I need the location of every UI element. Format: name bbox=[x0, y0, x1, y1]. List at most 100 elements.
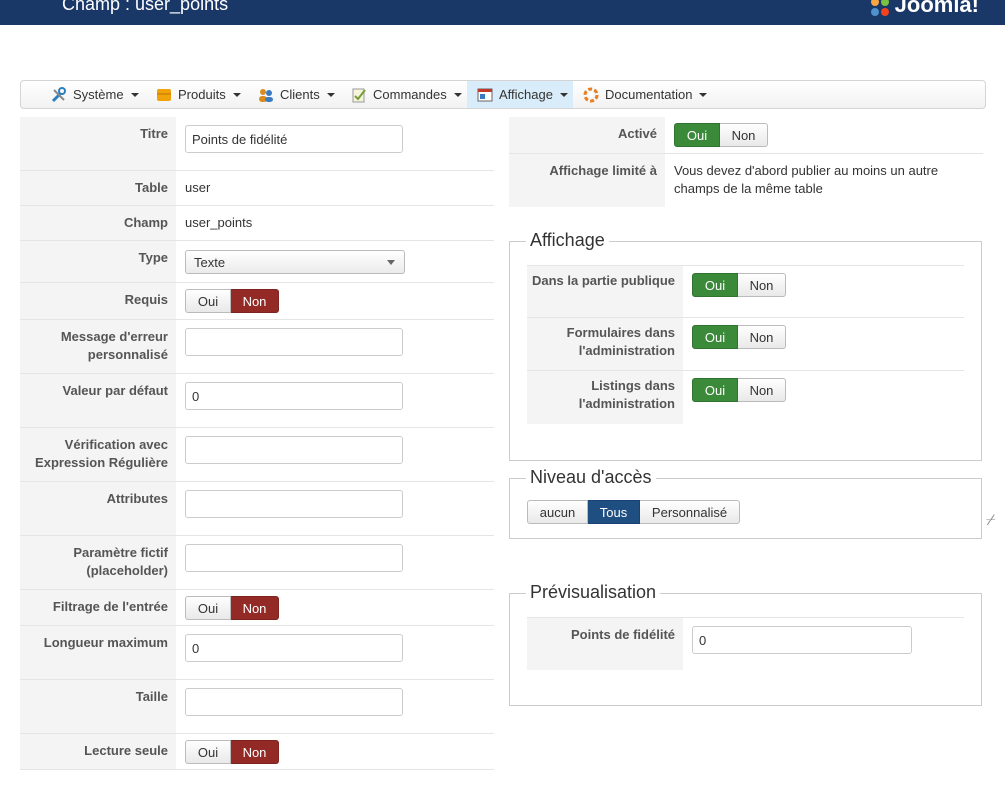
formulaires-admin-oui-button[interactable]: Oui bbox=[692, 325, 738, 349]
menu-label: Affichage bbox=[499, 87, 553, 102]
lecture-seule-toggle: Oui Non bbox=[185, 740, 279, 764]
resize-handle-icon[interactable]: ⌿ bbox=[986, 512, 1004, 532]
box-icon bbox=[157, 88, 171, 101]
listings-admin-toggle: Oui Non bbox=[692, 378, 786, 402]
lecture-seule-label: Lecture seule bbox=[20, 734, 176, 769]
caret-down-icon bbox=[699, 92, 708, 97]
row-taille: Taille bbox=[20, 680, 494, 734]
message-erreur-label: Message d'erreur personnalisé bbox=[20, 320, 176, 373]
type-select-value: Texte bbox=[194, 255, 226, 270]
menu-label: Commandes bbox=[373, 87, 447, 102]
row-message-erreur: Message d'erreur personnalisé bbox=[20, 320, 494, 374]
requis-oui-button[interactable]: Oui bbox=[185, 289, 231, 313]
menu-label: Produits bbox=[178, 87, 226, 102]
attributes-input[interactable] bbox=[185, 490, 403, 518]
affichage-limite-text: Vous devez d'abord publier au moins un a… bbox=[674, 163, 939, 196]
menu-label: Documentation bbox=[605, 87, 693, 102]
menu-produits[interactable]: Produits bbox=[156, 81, 241, 108]
placeholder-input[interactable] bbox=[185, 544, 403, 572]
row-placeholder: Paramètre fictif (placeholder) bbox=[20, 536, 494, 590]
menu-affichage[interactable]: Affichage bbox=[467, 81, 573, 108]
main-menu-bar: Système Produits Clients Commandes Affic… bbox=[20, 80, 986, 109]
row-verification: Vérification avec Expression Régulière bbox=[20, 428, 494, 482]
niveau-acces-fieldset: Niveau d'accès aucun Tous Personnalisé bbox=[509, 467, 982, 539]
filtrage-oui-button[interactable]: Oui bbox=[185, 596, 231, 620]
formulaires-admin-non-button[interactable]: Non bbox=[738, 325, 786, 349]
preview-input[interactable] bbox=[692, 626, 912, 654]
listings-admin-oui-button[interactable]: Oui bbox=[692, 378, 738, 402]
clipboard-icon bbox=[352, 88, 366, 102]
menu-label: Clients bbox=[280, 87, 320, 102]
niveau-tous-button[interactable]: Tous bbox=[588, 500, 640, 524]
menu-commandes[interactable]: Commandes bbox=[351, 81, 462, 108]
lecture-seule-non-button[interactable]: Non bbox=[231, 740, 279, 764]
type-select[interactable]: Texte bbox=[185, 250, 405, 274]
active-non-button[interactable]: Non bbox=[720, 123, 768, 147]
niveau-aucun-button[interactable]: aucun bbox=[527, 500, 588, 524]
affichage-legend: Affichage bbox=[526, 230, 609, 251]
menu-label: Système bbox=[73, 87, 124, 102]
message-erreur-input[interactable] bbox=[185, 328, 403, 356]
row-valeur-defaut: Valeur par défaut bbox=[20, 374, 494, 428]
lifebuoy-icon bbox=[583, 87, 599, 102]
caret-down-icon bbox=[130, 92, 139, 97]
select-arrow-icon bbox=[387, 260, 395, 265]
publication-settings: Activé Oui Non Affichage limité à Vous d… bbox=[509, 117, 983, 207]
champ-label: Champ bbox=[20, 206, 176, 240]
row-attributes: Attributes bbox=[20, 482, 494, 536]
row-titre: Titre bbox=[20, 117, 494, 171]
longueur-label: Longueur maximum bbox=[20, 626, 176, 679]
formulaires-admin-toggle: Oui Non bbox=[692, 325, 786, 349]
field-form: Titre Table user Champ user_points Type … bbox=[20, 117, 494, 770]
requis-label: Requis bbox=[20, 283, 176, 319]
menu-systeme[interactable]: Système bbox=[51, 81, 139, 108]
listings-admin-non-button[interactable]: Non bbox=[738, 378, 786, 402]
menu-clients[interactable]: Clients bbox=[258, 81, 335, 108]
table-label: Table bbox=[20, 171, 176, 205]
row-type: Type Texte bbox=[20, 241, 494, 283]
active-oui-button[interactable]: Oui bbox=[674, 123, 720, 147]
users-icon bbox=[259, 88, 273, 102]
niveau-personnalise-button[interactable]: Personnalisé bbox=[640, 500, 740, 524]
attributes-label: Attributes bbox=[20, 482, 176, 535]
filtrage-non-button[interactable]: Non bbox=[231, 596, 279, 620]
row-table: Table user bbox=[20, 171, 494, 206]
previsualisation-fieldset: Prévisualisation Points de fidélité bbox=[509, 582, 982, 706]
partie-publique-oui-button[interactable]: Oui bbox=[692, 273, 738, 297]
champ-value: user_points bbox=[185, 215, 253, 230]
row-active: Activé Oui Non bbox=[509, 117, 983, 154]
titre-label: Titre bbox=[20, 117, 176, 170]
formulaires-admin-label: Formulaires dans l'administration bbox=[527, 318, 683, 370]
affichage-fieldset: Affichage Dans la partie publique Oui No… bbox=[509, 230, 982, 461]
filtrage-label: Filtrage de l'entrée bbox=[20, 590, 176, 625]
partie-publique-label: Dans la partie publique bbox=[527, 266, 683, 317]
menu-documentation[interactable]: Documentation bbox=[583, 81, 708, 108]
row-preview: Points de fidélité bbox=[527, 617, 964, 670]
partie-publique-non-button[interactable]: Non bbox=[738, 273, 786, 297]
listings-admin-label: Listings dans l'administration bbox=[527, 371, 683, 424]
caret-down-icon bbox=[326, 92, 335, 97]
niveau-acces-buttons: aucun Tous Personnalisé bbox=[527, 500, 740, 524]
table-value: user bbox=[185, 180, 211, 195]
active-toggle: Oui Non bbox=[674, 123, 768, 147]
longueur-input[interactable] bbox=[185, 634, 403, 662]
joomla-logo-icon bbox=[870, 0, 889, 16]
row-listings-admin: Listings dans l'administration Oui Non bbox=[527, 371, 964, 424]
row-lecture-seule: Lecture seule Oui Non bbox=[20, 734, 494, 770]
verification-input[interactable] bbox=[185, 436, 403, 464]
titre-input[interactable] bbox=[185, 125, 403, 153]
logo-text: Joomla! bbox=[894, 0, 979, 17]
valeur-defaut-input[interactable] bbox=[185, 382, 403, 410]
lecture-seule-oui-button[interactable]: Oui bbox=[185, 740, 231, 764]
placeholder-label: Paramètre fictif (placeholder) bbox=[20, 536, 176, 589]
page-title: Champ : user_points bbox=[62, 0, 229, 14]
affichage-limite-label: Affichage limité à bbox=[509, 154, 665, 207]
row-requis: Requis Oui Non bbox=[20, 283, 494, 320]
caret-down-icon bbox=[453, 92, 462, 97]
tools-icon bbox=[51, 86, 66, 102]
verification-label: Vérification avec Expression Régulière bbox=[20, 428, 176, 481]
taille-input[interactable] bbox=[185, 688, 403, 716]
requis-non-button[interactable]: Non bbox=[231, 289, 279, 313]
filtrage-toggle: Oui Non bbox=[185, 596, 279, 620]
display-icon bbox=[477, 88, 493, 101]
